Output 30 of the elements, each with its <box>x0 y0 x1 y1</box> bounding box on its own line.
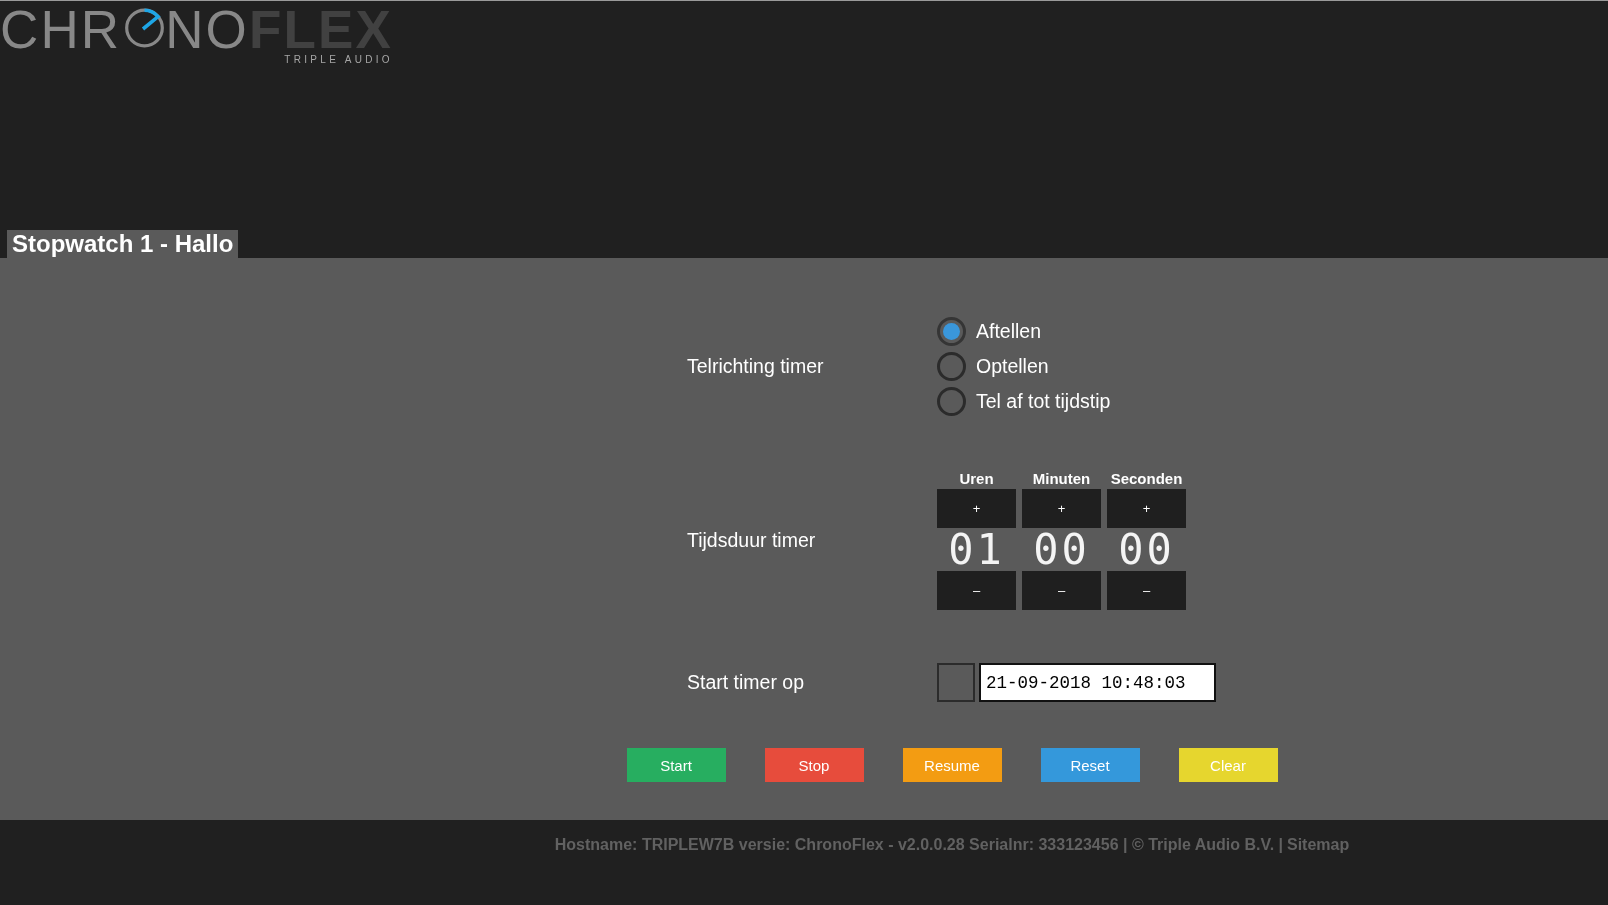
radio-label: Tel af tot tijdstip <box>976 390 1111 413</box>
radio-button[interactable] <box>937 387 966 416</box>
decrement-button[interactable]: – <box>1107 571 1186 610</box>
digit-display: 01 <box>948 528 1005 571</box>
column-heading: Minuten <box>1032 470 1091 489</box>
increment-button[interactable]: + <box>937 489 1016 528</box>
logo-tagline: TRIPLE AUDIO <box>284 55 393 65</box>
digit-display: 00 <box>1033 528 1090 571</box>
radio-button[interactable] <box>937 317 966 346</box>
logo-wordmark: CHR <box>0 3 122 56</box>
field-label: Tijdsduur timer <box>687 528 817 552</box>
datetime-field[interactable]: 21-09-2018 10:48:03 <box>979 663 1216 702</box>
action-button[interactable]: Stop <box>764 748 864 782</box>
panel-title: Stopwatch 1 - Hallo <box>7 230 239 258</box>
checkbox[interactable] <box>937 663 975 702</box>
column-heading: Uren <box>959 470 994 489</box>
radio-label: Optellen <box>976 355 1049 378</box>
clock-dial-icon <box>125 8 165 48</box>
logo-wordmark: NO <box>165 3 249 56</box>
radio-label: Aftellen <box>976 320 1042 343</box>
field-label: Telrichting timer <box>687 355 825 378</box>
decrement-button[interactable]: – <box>937 571 1016 610</box>
field-label: Start timer op <box>687 671 806 694</box>
decrement-button[interactable]: – <box>1022 571 1101 610</box>
digit-display: 00 <box>1118 528 1175 571</box>
increment-button[interactable]: + <box>1107 489 1186 528</box>
radio-button[interactable] <box>937 352 966 381</box>
increment-button[interactable]: + <box>1022 489 1101 528</box>
footer-info: Hostname: TRIPLEW7B versie: ChronoFlex - v2.0.0.28 Serialnr: 333123456 | © Triple Audio B.V. | <box>554 836 1283 854</box>
column-heading: Seconden <box>1110 470 1183 489</box>
